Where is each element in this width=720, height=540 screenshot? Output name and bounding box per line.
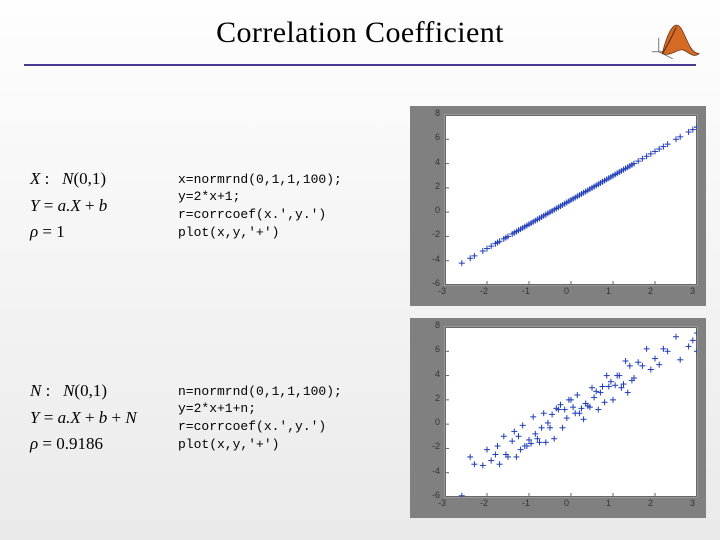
x-tick-label: 1 (606, 498, 611, 508)
y-tick-label: 2 (414, 393, 440, 403)
math-block-2: N : N(0,1) Y = a.X + b + N ρ = 0.9186 (30, 378, 166, 457)
example-row-2: N : N(0,1) Y = a.X + b + N ρ = 0.9186 n=… (30, 318, 706, 518)
math-block-1: X : N(0,1) Y = a.X + b ρ = 1 (30, 166, 166, 245)
code-line: y=2*x+1; (178, 188, 398, 206)
code-line: n=normrnd(0,1,1,100); (178, 383, 398, 401)
scatter-plot-2: -3-2-10123-6-4-202468 (410, 318, 706, 518)
y-tick-label: -6 (414, 490, 440, 500)
example-row-1: X : N(0,1) Y = a.X + b ρ = 1 x=normrnd(0… (30, 106, 706, 306)
code-line: plot(x,y,'+') (178, 224, 398, 242)
y-tick-label: 4 (414, 157, 440, 167)
code-block-2: n=normrnd(0,1,1,100); y=2*x+1+n; r=corrc… (178, 383, 398, 453)
plot-figure-bg: -3-2-10123-6-4-202468 (410, 106, 706, 306)
x-tick-label: 1 (606, 286, 611, 296)
y-tick-label: -2 (414, 229, 440, 239)
y-tick-label: 4 (414, 369, 440, 379)
plot-figure-bg: -3-2-10123-6-4-202468 (410, 318, 706, 518)
x-tick-label: 2 (648, 498, 653, 508)
title-underline (24, 64, 696, 66)
slide-title: Correlation Coefficient (0, 16, 720, 50)
code-line: plot(x,y,'+') (178, 436, 398, 454)
plot-axes (444, 114, 698, 286)
y-tick-label: -4 (414, 466, 440, 476)
code-line: r=corrcoef(x.',y.') (178, 206, 398, 224)
code-line: r=corrcoef(x.',y.') (178, 418, 398, 436)
x-tick-label: 3 (690, 286, 695, 296)
y-tick-label: -4 (414, 254, 440, 264)
x-tick-label: -1 (522, 498, 530, 508)
x-tick-label: -1 (522, 286, 530, 296)
x-tick-label: 0 (564, 498, 569, 508)
x-tick-label: -2 (480, 286, 488, 296)
x-tick-label: 2 (648, 286, 653, 296)
y-tick-label: 8 (414, 320, 440, 330)
scatter-plot-1: -3-2-10123-6-4-202468 (410, 106, 706, 306)
code-block-1: x=normrnd(0,1,1,100); y=2*x+1; r=corrcoe… (178, 171, 398, 241)
x-tick-label: 0 (564, 286, 569, 296)
code-line: y=2*x+1+n; (178, 400, 398, 418)
y-tick-label: 8 (414, 108, 440, 118)
y-tick-label: -2 (414, 441, 440, 451)
y-tick-label: 2 (414, 181, 440, 191)
code-line: x=normrnd(0,1,1,100); (178, 171, 398, 189)
y-tick-label: 0 (414, 417, 440, 427)
y-tick-label: -6 (414, 278, 440, 288)
y-tick-label: 6 (414, 344, 440, 354)
plot-axes (444, 326, 698, 498)
y-tick-label: 0 (414, 205, 440, 215)
x-tick-label: 3 (690, 498, 695, 508)
slide: Correlation Coefficient X : N(0,1) Y = a… (0, 0, 720, 540)
x-tick-label: -2 (480, 498, 488, 508)
y-tick-label: 6 (414, 132, 440, 142)
